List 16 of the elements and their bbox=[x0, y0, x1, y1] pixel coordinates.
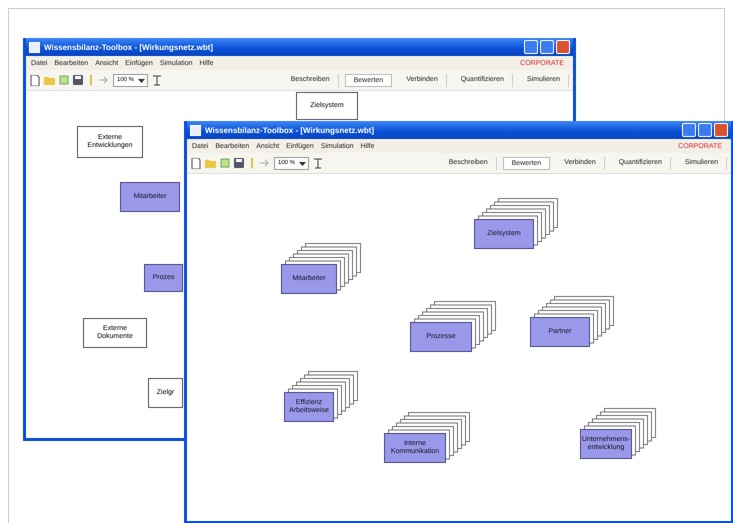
app-icon bbox=[29, 42, 40, 52]
minimize-button[interactable] bbox=[524, 40, 538, 54]
new-file-icon[interactable] bbox=[30, 74, 40, 86]
arrow-icon[interactable] bbox=[260, 158, 270, 168]
app-icon bbox=[190, 124, 201, 136]
new-file-icon[interactable] bbox=[191, 158, 201, 168]
window-title: Wissensbilanz-Toolbox - [Wirkungsnetz.wbt] bbox=[44, 42, 214, 52]
save-icon[interactable] bbox=[73, 75, 83, 85]
maximize-button[interactable] bbox=[698, 123, 712, 137]
arrow-icon[interactable] bbox=[99, 75, 109, 85]
close-button[interactable] bbox=[714, 123, 728, 137]
maximize-button[interactable] bbox=[540, 40, 554, 54]
minimize-button[interactable] bbox=[682, 123, 696, 137]
close-button[interactable] bbox=[556, 40, 570, 54]
save-icon[interactable] bbox=[234, 158, 244, 168]
window-title: Wissensbilanz-Toolbox - [Wirkungsnetz.wbt] bbox=[205, 126, 376, 134]
